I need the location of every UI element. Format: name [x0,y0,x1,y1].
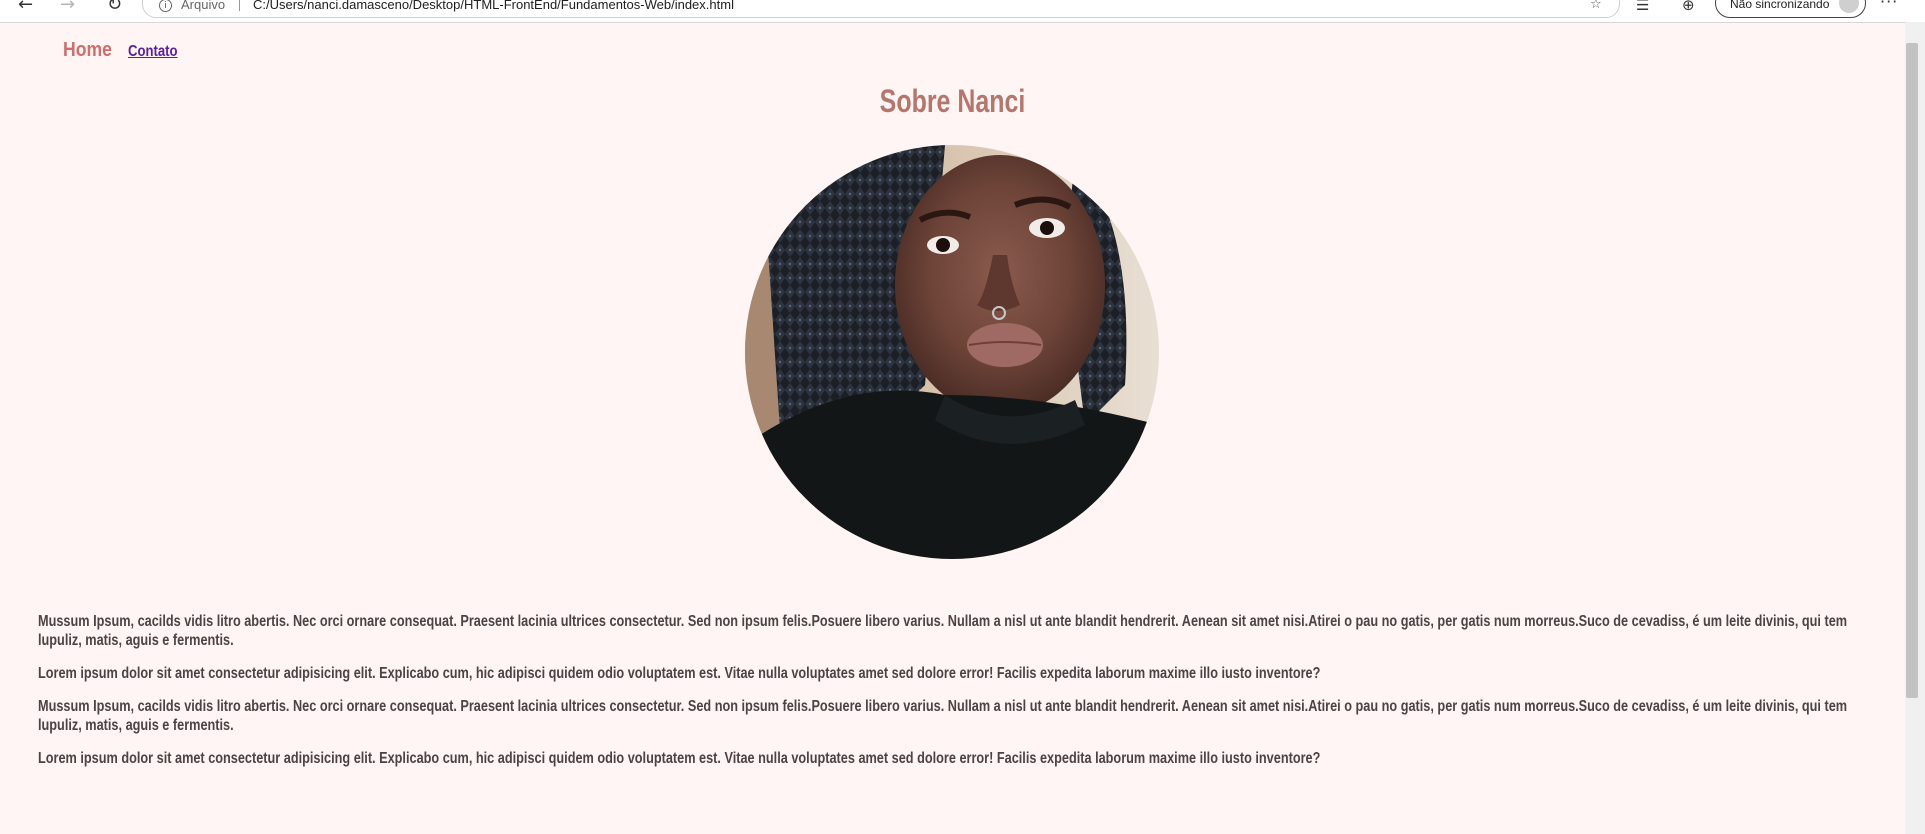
site-settings-icon[interactable]: ☆ [1590,0,1602,12]
nav-link-home[interactable]: Home [63,39,112,62]
arrow-left-icon[interactable]: ← [18,0,33,15]
paragraph-4: Lorem ipsum dolor sit amet consectetur a… [38,750,1321,767]
favorites-icon[interactable]: ☰ [1636,0,1649,14]
profile-sync-button[interactable]: Não sincronizando [1715,0,1866,18]
page-content: Home Contato Sobre Nanci Mussum Ipsum, c… [0,22,1905,834]
url-text[interactable]: C:/Users/nanci.damasceno/Desktop/HTML-Fr… [253,0,734,12]
protocol-label: Arquivo [181,0,226,12]
nav-link-contato[interactable]: Contato [128,43,178,61]
about-text: Mussum Ipsum, cacilds vidis litro aberti… [38,612,1878,782]
scrollbar-thumb[interactable] [1906,43,1918,698]
info-icon[interactable]: i [159,0,172,12]
page-title: Sobre Nanci [879,83,1026,119]
refresh-icon[interactable]: ↻ [107,0,122,15]
paragraph-3: Mussum Ipsum, cacilds vidis litro aberti… [38,698,1848,734]
avatar-icon [1839,0,1859,13]
profile-photo [745,145,1159,559]
collections-icon[interactable]: ⊕ [1682,0,1695,14]
paragraph-1: Mussum Ipsum, cacilds vidis litro aberti… [38,613,1848,649]
address-bar[interactable]: i Arquivo C:/Users/nanci.damasceno/Deskt… [142,0,1620,18]
sync-label: Não sincronizando [1730,0,1830,11]
arrow-right-icon[interactable]: → [60,0,75,15]
address-separator [239,0,240,11]
more-icon[interactable]: ··· [1880,0,1898,11]
paragraph-2: Lorem ipsum dolor sit amet consectetur a… [38,665,1321,682]
browser-toolbar: ← → ↻ i Arquivo C:/Users/nanci.damasceno… [0,0,1925,23]
